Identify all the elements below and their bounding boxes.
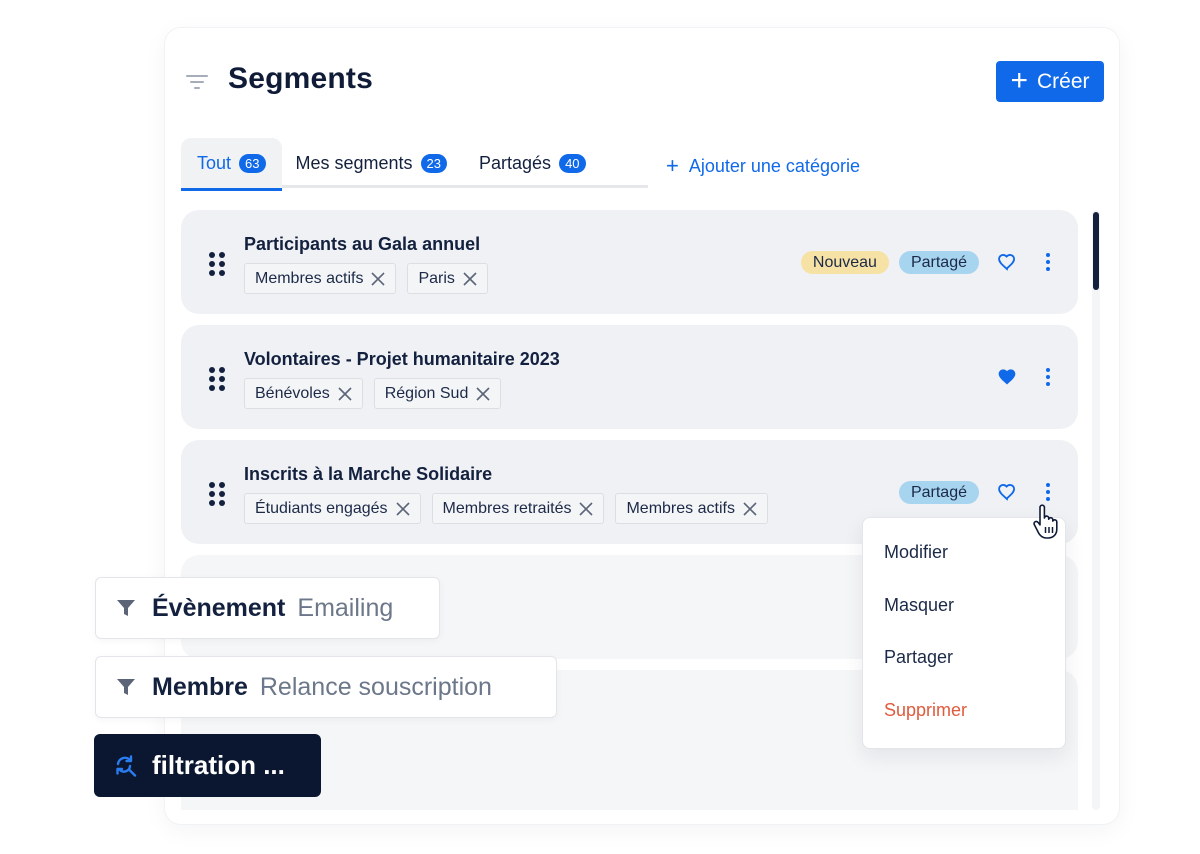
tag-chip: Bénévoles — [244, 378, 363, 409]
shared-badge: Partagé — [898, 481, 979, 504]
tag-chip: Région Sud — [373, 378, 502, 409]
tabs: Tout 63 Mes segments 23 Partagés 40 — [181, 138, 648, 191]
filter-type: Membre — [152, 672, 248, 701]
page-title: Segments — [228, 62, 373, 95]
filtration-label: filtration ... — [152, 750, 285, 780]
add-category-link[interactable]: + Ajouter une catégorie — [666, 153, 860, 179]
tab-mes-segments[interactable]: Mes segments 23 — [282, 138, 464, 188]
tab-count-badge: 40 — [559, 153, 586, 173]
tab-label: Partagés — [479, 152, 552, 173]
new-badge: Nouveau — [800, 251, 889, 274]
close-icon[interactable] — [743, 501, 757, 516]
close-icon[interactable] — [579, 501, 594, 516]
tag-label: Région Sud — [384, 384, 469, 402]
tag-label: Étudiants engagés — [255, 499, 388, 517]
filter-lines-icon[interactable] — [185, 73, 209, 91]
scrollbar-thumb[interactable] — [1093, 212, 1099, 290]
badge-group: Partagé — [898, 481, 979, 504]
drag-handle-icon[interactable] — [209, 252, 225, 276]
menu-item-modifier[interactable]: Modifier — [863, 535, 1065, 588]
create-button-label: Créer — [1037, 69, 1090, 93]
badge-group: Nouveau Partagé — [800, 251, 979, 274]
plus-icon: + — [666, 153, 679, 178]
close-icon[interactable] — [395, 501, 410, 516]
menu-item-masquer[interactable]: Masquer — [863, 588, 1065, 641]
tag-list: Bénévoles Région Sud — [244, 378, 502, 409]
menu-item-partager[interactable]: Partager — [863, 640, 1065, 693]
close-icon[interactable] — [371, 271, 386, 286]
filter-type: Évènement — [152, 593, 286, 622]
plus-icon: + — [1010, 63, 1028, 97]
tab-label: Mes segments — [295, 152, 413, 173]
tag-label: Paris — [418, 269, 455, 287]
sync-search-icon — [116, 754, 137, 777]
filter-value: Relance souscription — [259, 672, 492, 701]
close-icon[interactable] — [476, 386, 490, 401]
tag-label: Membres actifs — [626, 499, 735, 517]
menu-item-supprimer[interactable]: Supprimer — [863, 693, 1065, 746]
more-vertical-icon[interactable] — [1038, 250, 1058, 274]
tag-chip: Membres actifs — [615, 493, 768, 524]
tag-chip: Paris — [407, 263, 488, 294]
filter-value: Emailing — [297, 593, 394, 622]
segment-row[interactable]: Volontaires - Projet humanitaire 2023 Bé… — [181, 325, 1078, 429]
filter-chip-membre[interactable]: Membre Relance souscription — [95, 656, 557, 718]
tab-count-badge: 23 — [420, 153, 448, 173]
drag-handle-icon[interactable] — [209, 367, 225, 391]
create-button[interactable]: + Créer — [996, 61, 1104, 102]
tag-list: Étudiants engagés Membres retraités Memb… — [244, 493, 768, 524]
segment-title: Volontaires - Projet humanitaire 2023 — [244, 349, 560, 369]
tab-tout[interactable]: Tout 63 — [181, 138, 282, 191]
funnel-icon — [117, 600, 135, 616]
shared-badge: Partagé — [898, 251, 979, 274]
tab-label: Tout — [197, 152, 232, 173]
context-menu: Modifier Masquer Partager Supprimer — [862, 517, 1066, 749]
filter-chip-evenement[interactable]: Évènement Emailing — [95, 577, 440, 639]
segment-title: Participants au Gala annuel — [244, 234, 481, 254]
more-vertical-icon[interactable] — [1038, 480, 1058, 504]
hand-pointer-icon — [1033, 504, 1058, 539]
more-vertical-icon[interactable] — [1038, 365, 1058, 389]
tag-chip: Membres actifs — [244, 263, 397, 294]
tag-label: Membres actifs — [255, 269, 364, 287]
tag-chip: Membres retraités — [431, 493, 605, 524]
tab-partages[interactable]: Partagés 40 — [463, 138, 602, 188]
tag-label: Bénévoles — [255, 384, 330, 402]
heart-outline-icon[interactable] — [997, 482, 1017, 502]
filtration-status: filtration ... — [94, 734, 321, 797]
close-icon[interactable] — [463, 271, 477, 286]
scrollbar[interactable] — [1092, 210, 1100, 810]
heart-outline-icon[interactable] — [997, 252, 1017, 272]
funnel-icon — [117, 679, 135, 695]
tag-list: Membres actifs Paris — [244, 263, 488, 294]
close-icon[interactable] — [338, 386, 352, 401]
heart-filled-icon[interactable] — [997, 367, 1017, 387]
tag-chip: Étudiants engagés — [244, 493, 421, 524]
segment-row[interactable]: Participants au Gala annuel Membres acti… — [181, 210, 1078, 314]
tab-count-badge: 63 — [239, 153, 266, 173]
add-category-label: Ajouter une catégorie — [688, 155, 860, 176]
tag-label: Membres retraités — [442, 499, 572, 517]
header: Segments + Créer — [165, 28, 1119, 138]
drag-handle-icon[interactable] — [209, 482, 225, 506]
segment-title: Inscrits à la Marche Solidaire — [244, 464, 493, 484]
